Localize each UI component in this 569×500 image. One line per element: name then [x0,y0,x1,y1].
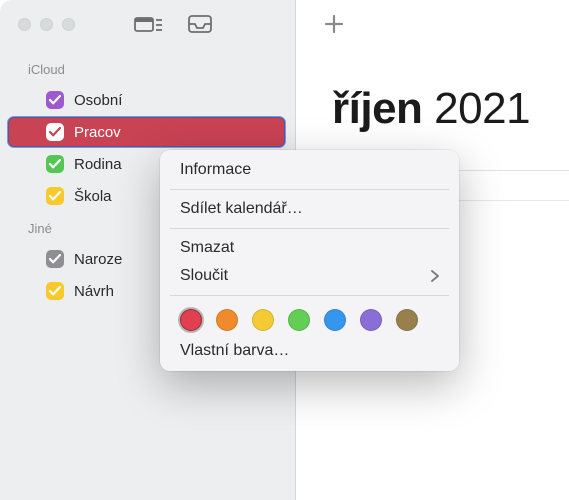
calendar-checkbox[interactable] [46,91,64,109]
app-window: iCloudOsobníPracovRodinaŠkolaJinéNarozeN… [0,0,569,500]
calendar-label: Osobní [74,92,122,109]
context-menu: Informace Sdílet kalendář… Smazat Slouči… [160,150,459,371]
menu-item-delete[interactable]: Smazat [160,234,459,262]
minimize-window-button[interactable] [40,18,53,31]
calendar-checkbox[interactable] [46,187,64,205]
sidebar-toolbar [131,11,217,37]
calendar-item[interactable]: Osobní [8,85,285,115]
month-name: říjen [332,84,422,133]
calendar-label: Škola [74,188,112,205]
calendar-checkbox[interactable] [46,155,64,173]
menu-item-share-calendar[interactable]: Sdílet kalendář… [160,195,459,223]
calendar-list-icon[interactable] [131,11,165,37]
calendar-label: Pracov [74,124,121,141]
calendar-label: Rodina [74,156,122,173]
add-event-icon[interactable] [324,14,344,34]
color-swatch[interactable] [360,309,382,331]
menu-item-info[interactable]: Informace [160,156,459,184]
menu-separator [170,295,449,296]
calendar-checkbox[interactable] [46,250,64,268]
calendar-label: Naroze [74,251,122,268]
window-controls [18,18,75,31]
color-swatch[interactable] [216,309,238,331]
color-swatch[interactable] [396,309,418,331]
inbox-icon[interactable] [183,11,217,37]
menu-item-merge[interactable]: Sloučit [160,262,459,290]
calendar-label: Návrh [74,283,114,300]
color-swatches-row [160,301,459,337]
group-title: iCloud [0,54,295,83]
calendar-item[interactable]: Pracov [8,117,285,147]
calendar-checkbox[interactable] [46,123,64,141]
month-year: 2021 [434,84,530,133]
menu-separator [170,189,449,190]
calendar-checkbox[interactable] [46,282,64,300]
color-swatch[interactable] [180,309,202,331]
color-swatch[interactable] [288,309,310,331]
menu-separator [170,228,449,229]
menu-item-merge-label: Sloučit [180,267,228,285]
zoom-window-button[interactable] [62,18,75,31]
main-toolbar [296,0,569,48]
chevron-right-icon [431,270,439,282]
close-window-button[interactable] [18,18,31,31]
color-swatch[interactable] [324,309,346,331]
titlebar [0,0,295,48]
month-heading: říjen 2021 [296,48,569,134]
menu-item-custom-color[interactable]: Vlastní barva… [160,337,459,365]
color-swatch[interactable] [252,309,274,331]
